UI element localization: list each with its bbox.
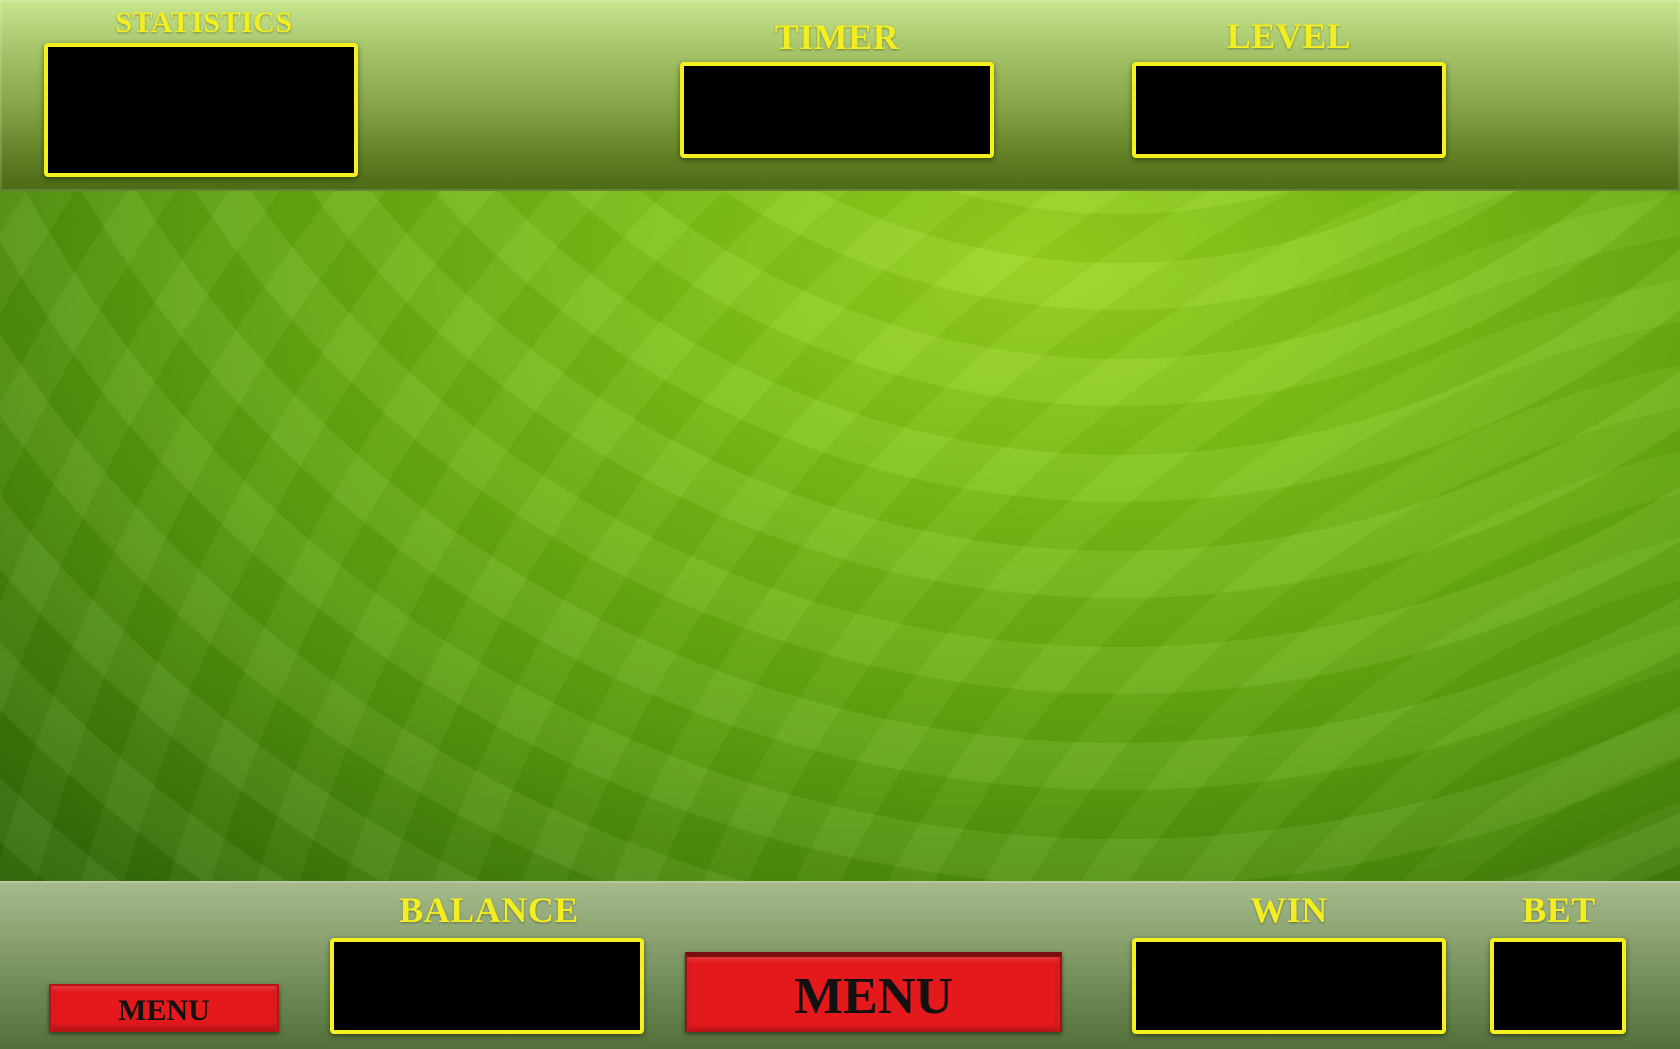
menu-button-large[interactable]: MENU: [685, 952, 1062, 1032]
timer-panel: [680, 62, 994, 158]
bet-label: BET: [1522, 890, 1596, 930]
timer-label: TIMER: [774, 17, 900, 57]
statistics-panel: [44, 43, 358, 177]
win-panel: [1132, 938, 1446, 1034]
level-label: LEVEL: [1226, 16, 1352, 56]
balance-panel: [330, 938, 644, 1034]
balance-label: BALANCE: [399, 890, 579, 930]
bet-panel: [1490, 938, 1626, 1034]
win-label: WIN: [1250, 890, 1328, 930]
level-panel: [1132, 62, 1446, 158]
statistics-label: STATISTICS: [115, 6, 293, 39]
play-field[interactable]: [0, 191, 1680, 881]
menu-button-small[interactable]: MENU: [49, 984, 279, 1032]
game-screen: STATISTICS TIMER LEVEL MENU BALANCE MENU…: [0, 0, 1680, 1049]
top-bar: STATISTICS TIMER LEVEL: [0, 0, 1680, 191]
